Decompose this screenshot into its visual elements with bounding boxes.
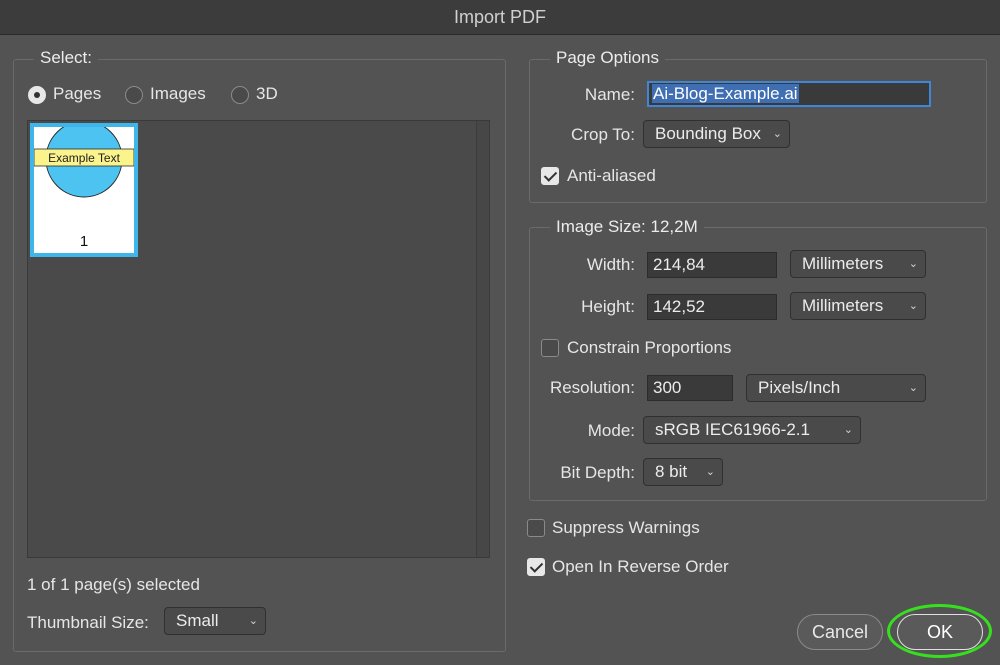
selection-status: 1 of 1 page(s) selected bbox=[27, 575, 200, 594]
bit-depth-dropdown[interactable]: 8 bit ⌄ bbox=[643, 458, 723, 486]
reverse-order-label[interactable]: Open In Reverse Order bbox=[552, 557, 729, 577]
radio-pages-label[interactable]: Pages bbox=[53, 84, 101, 104]
chevron-down-icon: ⌄ bbox=[248, 615, 258, 627]
name-label: Name: bbox=[584, 85, 635, 104]
radio-images[interactable] bbox=[125, 86, 143, 104]
resolution-input[interactable]: 300 bbox=[647, 375, 733, 401]
thumbnail-size-dropdown[interactable]: Small ⌄ bbox=[164, 607, 266, 635]
bit-depth-label: Bit Depth: bbox=[560, 463, 635, 482]
crop-to-dropdown[interactable]: Bounding Box ⌄ bbox=[643, 120, 790, 148]
chevron-down-icon: ⌄ bbox=[908, 258, 918, 270]
thumbnail-size-value: Small bbox=[176, 611, 219, 630]
height-label: Height: bbox=[581, 297, 635, 316]
thumbnail-caption-text: Example Text bbox=[48, 151, 120, 165]
resolution-label: Resolution: bbox=[549, 378, 635, 397]
select-legend: Select: bbox=[34, 48, 98, 68]
radio-pages[interactable] bbox=[28, 86, 46, 104]
chevron-down-icon: ⌄ bbox=[908, 382, 918, 394]
crop-to-label: Crop To: bbox=[571, 125, 635, 144]
chevron-down-icon: ⌄ bbox=[705, 466, 715, 478]
height-unit-value: Millimeters bbox=[802, 296, 884, 315]
name-input[interactable]: Ai-Blog-Example.ai bbox=[647, 81, 931, 107]
height-input[interactable]: 142,52 bbox=[647, 294, 777, 320]
anti-aliased-checkbox[interactable] bbox=[541, 167, 559, 185]
suppress-warnings-checkbox[interactable] bbox=[527, 519, 545, 537]
page-options-legend: Page Options bbox=[550, 48, 666, 68]
name-input-value: Ai-Blog-Example.ai bbox=[652, 84, 799, 103]
radio-3d[interactable] bbox=[231, 86, 249, 104]
chevron-down-icon: ⌄ bbox=[908, 300, 918, 312]
window-title: Import PDF bbox=[0, 0, 1000, 35]
width-unit-dropdown[interactable]: Millimeters ⌄ bbox=[790, 250, 926, 278]
ok-highlight-ring bbox=[887, 604, 992, 658]
width-label: Width: bbox=[586, 255, 635, 274]
constrain-proportions-checkbox[interactable] bbox=[541, 339, 559, 357]
height-unit-dropdown[interactable]: Millimeters ⌄ bbox=[790, 292, 926, 320]
mode-label: Mode: bbox=[587, 421, 635, 440]
bit-depth-value: 8 bit bbox=[655, 462, 688, 481]
anti-aliased-label[interactable]: Anti-aliased bbox=[567, 166, 656, 186]
mode-value: sRGB IEC61966-2.1 bbox=[655, 420, 810, 439]
cancel-button[interactable]: Cancel bbox=[797, 614, 883, 650]
suppress-warnings-label[interactable]: Suppress Warnings bbox=[552, 518, 700, 538]
page-thumbnail[interactable]: Example Text 1 bbox=[30, 123, 138, 257]
radio-images-label[interactable]: Images bbox=[150, 84, 206, 104]
resolution-unit-value: Pixels/Inch bbox=[758, 378, 841, 397]
width-unit-value: Millimeters bbox=[802, 254, 884, 273]
image-size-legend: Image Size: 12,2M bbox=[550, 217, 704, 237]
width-input[interactable]: 214,84 bbox=[647, 252, 777, 278]
thumbnail-page-number: 1 bbox=[79, 233, 89, 250]
thumbnail-size-label: Thumbnail Size: bbox=[27, 613, 149, 632]
constrain-proportions-label[interactable]: Constrain Proportions bbox=[567, 338, 731, 358]
radio-3d-label[interactable]: 3D bbox=[256, 84, 278, 104]
thumbnail-scrollbar[interactable] bbox=[476, 121, 489, 557]
mode-dropdown[interactable]: sRGB IEC61966-2.1 ⌄ bbox=[643, 416, 861, 444]
crop-to-value: Bounding Box bbox=[655, 124, 761, 143]
reverse-order-checkbox[interactable] bbox=[527, 558, 545, 576]
chevron-down-icon: ⌄ bbox=[843, 424, 853, 436]
resolution-unit-dropdown[interactable]: Pixels/Inch ⌄ bbox=[746, 374, 926, 402]
chevron-down-icon: ⌄ bbox=[772, 128, 782, 140]
